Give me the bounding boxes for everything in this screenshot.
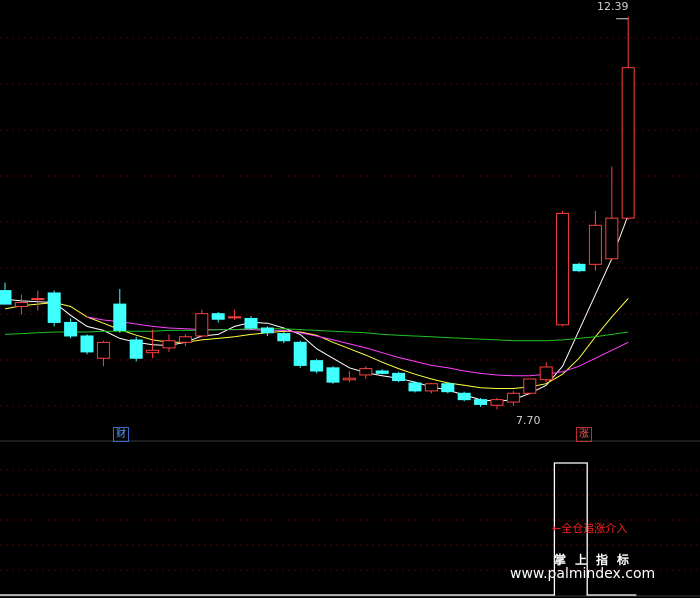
candle-body-up bbox=[195, 313, 209, 337]
candle-body-down bbox=[244, 317, 258, 329]
candle-body-up bbox=[424, 383, 438, 392]
candle-body-up bbox=[14, 302, 28, 308]
candle-body-down bbox=[113, 303, 127, 331]
candle-body-up bbox=[342, 377, 356, 381]
candle-body-down bbox=[80, 335, 94, 353]
candle-body-up bbox=[605, 217, 619, 260]
candle-body-up bbox=[228, 316, 242, 319]
candle-body-down bbox=[326, 367, 340, 383]
candle-body-up bbox=[359, 368, 373, 376]
candle-body-down bbox=[457, 392, 471, 401]
candle-body-down bbox=[392, 372, 406, 382]
candle-body-down bbox=[129, 339, 143, 359]
price-low-label: 7.70 bbox=[516, 414, 541, 427]
signal-badge-cai: 财 bbox=[113, 427, 129, 442]
watermark-url: www.palmindex.com bbox=[510, 566, 656, 582]
candle-body-down bbox=[474, 399, 488, 405]
candle-body-up bbox=[556, 212, 570, 326]
candle-body-down bbox=[277, 333, 291, 342]
candle-body-up bbox=[621, 67, 635, 219]
candle-body-up bbox=[96, 341, 110, 359]
kline-chart bbox=[0, 16, 700, 597]
candle-body-up bbox=[588, 224, 602, 265]
candle-body-down bbox=[211, 313, 225, 320]
candle-body-up bbox=[31, 298, 45, 301]
candle-body-up bbox=[490, 399, 504, 406]
candle-body-down bbox=[0, 290, 12, 305]
candle-body-down bbox=[47, 292, 61, 323]
candle-body-down bbox=[441, 383, 455, 393]
candle-body-down bbox=[64, 321, 78, 337]
candle-body-down bbox=[375, 370, 389, 374]
candle-body-up bbox=[178, 336, 192, 343]
candle-body-down bbox=[310, 360, 324, 372]
candle-body-up bbox=[539, 366, 553, 381]
candle-body-up bbox=[506, 392, 520, 403]
signal-badge-zhang: 涨 bbox=[576, 427, 592, 442]
price-high-label: 12.39 bbox=[597, 0, 629, 13]
candle-body-up bbox=[523, 378, 537, 394]
candle-body-down bbox=[293, 341, 307, 366]
candle-body-down bbox=[408, 382, 422, 392]
indicator-signal-text: ←全仓追涨介入 bbox=[552, 522, 628, 535]
candle-body-up bbox=[162, 340, 176, 349]
candle-body-down bbox=[572, 263, 586, 272]
candle-body-up bbox=[146, 349, 160, 354]
candle-body-down bbox=[260, 327, 274, 334]
